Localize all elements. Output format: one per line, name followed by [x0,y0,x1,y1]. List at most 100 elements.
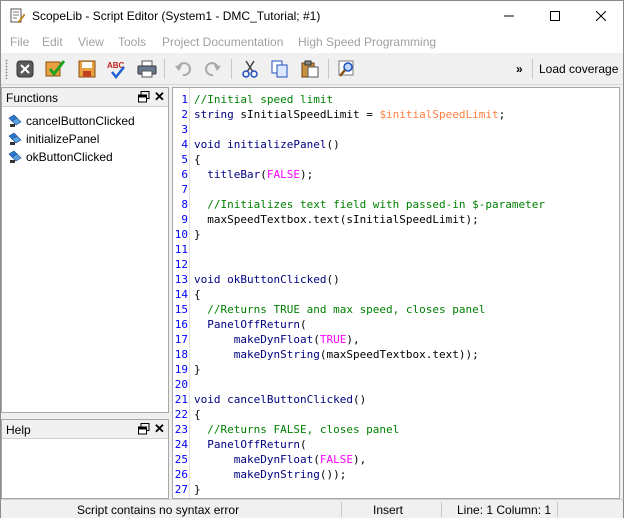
redo-button[interactable] [201,57,225,81]
code-line[interactable]: 25 makeDynFloat(FALSE), [173,452,613,467]
code-line[interactable]: 17 makeDynFloat(TRUE), [173,332,613,347]
menu-bar: File Edit View Tools Project Documentati… [1,31,623,53]
code-line[interactable]: 5{ [173,152,613,167]
code-token: (maxSpeedTextbox.text)); [319,348,479,361]
menu-file[interactable]: File [10,35,29,49]
code-token: maxSpeedTextbox.text(sInitialSpeedLimit)… [194,213,479,226]
code-line[interactable]: 7 [173,182,613,197]
code-line[interactable]: 4 void initializePanel() [173,137,613,152]
copy-icon [271,60,288,78]
code-token: FALSE [319,453,353,466]
code-line[interactable]: 1 //Initial speed limit [173,92,613,107]
script-editor-window: ScopeLib - Script Editor (System1 - DMC_… [0,0,624,518]
menu-high-speed-programming[interactable]: High Speed Programming [298,35,436,49]
float-panel-icon[interactable] [138,91,150,103]
functions-panel: Functions ✕ cancelButtonClicked initiali… [1,87,169,413]
menu-tools[interactable]: Tools [118,35,146,49]
print-button[interactable] [135,57,159,81]
code-line[interactable]: 6 titleBar(FALSE); [173,167,613,182]
maximize-button[interactable] [532,1,578,31]
toolbar: ABC » Load coverage [1,53,623,85]
code-line[interactable]: 12 [173,257,613,272]
code-line[interactable]: 9 maxSpeedTextbox.text(sInitialSpeedLimi… [173,212,613,227]
close-panel-button[interactable]: ✕ [154,90,165,103]
code-line[interactable]: 23 //Returns FALSE, closes panel [173,422,613,437]
code-line[interactable]: 22 { [173,407,613,422]
title-bar[interactable]: ScopeLib - Script Editor (System1 - DMC_… [1,1,623,31]
menu-edit[interactable]: Edit [42,35,63,49]
syntax-status: Script contains no syntax error [77,503,240,517]
save-and-check-button[interactable] [43,57,67,81]
code-line[interactable]: 24 PanelOffReturn( [173,437,613,452]
code-line[interactable]: 26 makeDynString()); [173,467,613,482]
close-window-button[interactable] [578,1,624,31]
line-number: 1 [181,93,188,106]
code-line[interactable]: 16 PanelOffReturn( [173,317,613,332]
toolbar-separator [231,59,232,79]
function-item-cancel-button-clicked[interactable]: cancelButtonClicked [8,112,135,130]
code-line[interactable]: 20 [173,377,613,392]
function-item-initialize-panel[interactable]: initializePanel [8,130,99,148]
code-line[interactable]: 2 string sInitialSpeedLimit = $initialSpe… [173,107,613,122]
find-button[interactable] [335,57,359,81]
code-token: } [194,228,201,241]
code-line[interactable]: 18 makeDynString(maxSpeedTextbox.text)); [173,347,613,362]
status-separator [557,502,558,517]
code-line[interactable]: 27} [173,482,613,497]
spellcheck-button[interactable]: ABC [105,57,129,81]
code-text: } [194,227,201,242]
save-button[interactable] [75,57,99,81]
code-line[interactable]: 14 { [173,287,613,302]
float-panel-icon[interactable] [138,423,150,435]
code-token: PanelOffReturn [194,318,300,331]
code-token: PanelOffReturn [194,438,300,451]
insert-mode-indicator: Insert [373,503,404,517]
code-token: ( [313,333,320,346]
line-number: 11 [174,243,188,256]
copy-button[interactable] [268,57,292,81]
toolbar-separator [164,59,165,79]
code-line[interactable]: 19} [173,362,613,377]
line-number: 25 [174,453,188,466]
code-line[interactable]: 3 [173,122,613,137]
cursor-position: Line: 1 Column: 1 [457,503,552,517]
code-text: { [194,407,201,422]
line-number: 2 [181,108,188,121]
functions-panel-header[interactable]: Functions ✕ [2,88,168,107]
menu-view[interactable]: View [78,35,104,49]
help-panel-header[interactable]: Help ✕ [2,420,168,439]
toolbar-overflow-button[interactable]: » [516,62,523,76]
code-token: () [326,273,340,286]
code-token: void [194,393,228,406]
code-token: TRUE [319,333,347,346]
paste-button[interactable] [298,57,322,81]
code-token: { [194,153,201,166]
code-line[interactable]: 10} [173,227,613,242]
close-script-button[interactable] [13,57,37,81]
undo-button[interactable] [171,57,195,81]
cut-icon [242,60,258,78]
load-coverage-button[interactable]: Load coverage [539,62,618,76]
cut-button[interactable] [238,57,262,81]
code-line[interactable]: 15 //Returns TRUE and max speed, closes … [173,302,613,317]
code-token: ( [299,438,307,451]
code-line[interactable]: 8 //Initializes text field with passed-i… [173,197,613,212]
code-token: cancelButtonClicked [227,393,353,406]
status-separator [341,502,342,517]
code-token: makeDynFloat [194,453,314,466]
code-text: { [194,152,201,167]
close-panel-button[interactable]: ✕ [154,422,165,435]
function-item-ok-button-clicked[interactable]: okButtonClicked [8,148,113,166]
line-number: 17 [174,333,188,346]
menu-project-documentation[interactable]: Project Documentation [162,35,283,49]
code-editor[interactable]: 1 //Initial speed limit 2 string sInitialSp… [172,87,620,499]
code-token: $initialSpeedLimit [379,108,499,121]
code-token: ), [352,453,367,466]
code-line[interactable]: 13 void okButtonClicked() [173,272,613,287]
minimize-button[interactable] [486,1,532,31]
code-line[interactable]: 21 void cancelButtonClicked() [173,392,613,407]
code-token: makeDynFloat [194,333,314,346]
code-token: ); [299,168,314,181]
code-line[interactable]: 11 [173,242,613,257]
toolbar-grip[interactable] [5,59,8,79]
